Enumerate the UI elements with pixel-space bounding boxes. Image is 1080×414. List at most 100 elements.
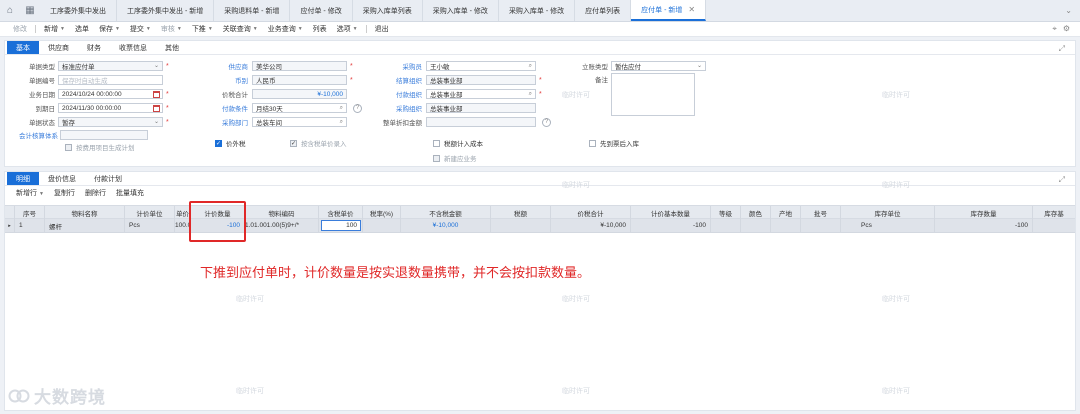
- tab-2[interactable]: 采购退料单 - 新增: [214, 0, 291, 21]
- chevron-down-icon[interactable]: ⌄: [1065, 6, 1072, 15]
- search-icon[interactable]: ⌕: [340, 104, 343, 112]
- calendar-icon[interactable]: [153, 105, 160, 112]
- tab-6[interactable]: 采购入库单 - 修改: [499, 0, 576, 21]
- biz-date-input[interactable]: 2024/10/24 00:00:00: [58, 89, 163, 99]
- brand-logo: 大数跨境: [8, 383, 106, 408]
- pay-org-input[interactable]: 总装事业部 ⌕: [426, 89, 536, 99]
- copy-row-button[interactable]: 复制行: [49, 188, 80, 198]
- push-down-button[interactable]: 下推 ▼: [187, 24, 218, 34]
- table-row[interactable]: ▸ 1 螺杆 Pcs 100.0 -100 1.01.001.00(5)9+/*…: [5, 219, 1075, 233]
- tab-price-info[interactable]: 盘价信息: [39, 172, 85, 185]
- col-origin[interactable]: 产地: [771, 206, 801, 219]
- close-icon[interactable]: ✕: [688, 5, 695, 14]
- expand-icon[interactable]: ⤢: [1059, 44, 1065, 54]
- price-excl-tax-checkbox[interactable]: ✓ 价外税: [215, 138, 246, 148]
- currency-input[interactable]: 人民币: [252, 75, 347, 85]
- status-select[interactable]: 暂存 ⌄: [58, 117, 163, 127]
- list-button[interactable]: 列表: [308, 24, 332, 34]
- col-total[interactable]: 价税合计: [551, 206, 631, 219]
- col-material-name[interactable]: 物料名称: [45, 206, 125, 219]
- tab-1[interactable]: 工序委外集中发出 - 新增: [117, 0, 215, 21]
- new-button[interactable]: 新增 ▼: [39, 24, 70, 34]
- audit-button[interactable]: 审核 ▼: [156, 24, 187, 34]
- tab-basic[interactable]: 基本: [7, 41, 39, 54]
- expand-icon[interactable]: ⤢: [1059, 175, 1065, 185]
- col-material-code[interactable]: 物料编码: [245, 206, 319, 219]
- settle-org-input[interactable]: 总装事业部: [426, 75, 536, 85]
- checkbox-checked[interactable]: ✓: [215, 139, 222, 147]
- purch-dept-input[interactable]: 总装车间 ⌕: [252, 117, 347, 127]
- col-tax-price[interactable]: 含税单价: [319, 206, 363, 219]
- header-panel: 基本 供应商 财务 收票信息 其他 ⤢ 单据类型 标准应付单 ⌄ * 单据编号 保…: [4, 40, 1076, 167]
- by-tax-price-checkbox[interactable]: ✓ 按含税单价录入: [290, 138, 347, 148]
- help-icon[interactable]: ?: [542, 117, 551, 127]
- delete-row-button[interactable]: 删除行: [80, 188, 111, 198]
- col-base-qty[interactable]: 计价基本数量: [631, 206, 711, 219]
- tab-other[interactable]: 其他: [156, 41, 188, 54]
- col-stock-qty[interactable]: 库存数量: [935, 206, 1033, 219]
- options-button[interactable]: 选项 ▼: [332, 24, 363, 34]
- search-icon[interactable]: ⌕: [529, 62, 532, 70]
- doc-no-input[interactable]: 保存时自动生成: [58, 75, 163, 85]
- tab-4[interactable]: 采购入库单列表: [353, 0, 423, 21]
- col-batch[interactable]: 批号: [801, 206, 841, 219]
- checkbox[interactable]: [65, 143, 72, 151]
- tab-0[interactable]: 工序委外集中发出: [40, 0, 117, 21]
- pay-terms-input[interactable]: 月结30天 ⌕: [252, 103, 347, 113]
- doc-type-select[interactable]: 标准应付单 ⌄: [58, 61, 163, 71]
- acct-system-input[interactable]: [60, 130, 148, 140]
- col-tax-rate[interactable]: 税率(%): [363, 206, 401, 219]
- tax-in-cost-checkbox[interactable]: 税额计入成本: [433, 138, 483, 148]
- tab-5[interactable]: 采购入库单 - 修改: [423, 0, 499, 21]
- home-icon[interactable]: ⌂: [0, 0, 20, 21]
- pin-icon[interactable]: ⌖: [1052, 24, 1057, 34]
- edit-button[interactable]: 修改: [8, 24, 32, 34]
- tab-3[interactable]: 应付单 - 修改: [290, 0, 353, 21]
- remark-textarea[interactable]: [611, 73, 695, 116]
- supplier-input[interactable]: 美华公司: [252, 61, 347, 71]
- col-price-unit[interactable]: 计价单位: [125, 206, 175, 219]
- checkbox[interactable]: [589, 139, 596, 147]
- col-color[interactable]: 颜色: [741, 206, 771, 219]
- tab-7[interactable]: 应付单列表: [575, 0, 632, 21]
- new-shared-checkbox[interactable]: 新建应业务: [433, 153, 477, 163]
- submit-button[interactable]: 提交 ▼: [125, 24, 156, 34]
- calendar-icon[interactable]: [153, 91, 160, 98]
- buyer-input[interactable]: 王小敏 ⌕: [426, 61, 536, 71]
- tab-finance[interactable]: 财务: [78, 41, 110, 54]
- col-stock-unit[interactable]: 库存单位: [841, 206, 935, 219]
- business-query-button[interactable]: 业务查询 ▼: [263, 24, 308, 34]
- col-seq[interactable]: 序号: [15, 206, 45, 219]
- search-icon[interactable]: ⌕: [340, 118, 343, 126]
- col-tax-amount[interactable]: 税额: [491, 206, 551, 219]
- related-query-button[interactable]: 关联查询 ▼: [218, 24, 263, 34]
- batch-fill-button[interactable]: 批量填充: [111, 188, 149, 198]
- checkbox[interactable]: [433, 139, 440, 147]
- caret-down-icon: ▼: [145, 26, 151, 32]
- gear-icon[interactable]: ⚙: [1063, 24, 1070, 34]
- tax-price-input[interactable]: 100: [321, 220, 361, 231]
- save-button[interactable]: 保存 ▼: [94, 24, 125, 34]
- select-source-button[interactable]: 选单: [70, 24, 94, 34]
- purch-org-input[interactable]: 总装事业部: [426, 103, 536, 113]
- tab-detail[interactable]: 明细: [7, 172, 39, 185]
- search-icon[interactable]: ⌕: [529, 90, 532, 98]
- invoice-first-checkbox[interactable]: 先到票后入库: [589, 138, 639, 148]
- add-row-button[interactable]: 新增行 ▼: [11, 188, 49, 198]
- checkbox[interactable]: [433, 154, 440, 162]
- tab-payment-plan[interactable]: 付款计划: [85, 172, 131, 185]
- col-stock-base[interactable]: 库存基: [1033, 206, 1075, 219]
- help-icon[interactable]: ?: [353, 103, 362, 113]
- col-grade[interactable]: 等级: [711, 206, 741, 219]
- apps-grid-icon[interactable]: ▦: [20, 0, 40, 21]
- checkbox-checked[interactable]: ✓: [290, 139, 297, 147]
- tab-8-active[interactable]: 应付单 - 新增 ✕: [631, 0, 707, 21]
- col-amount-excl-tax[interactable]: 不含税金额: [401, 206, 491, 219]
- acct-type-select[interactable]: 暂估应付 ⌄: [611, 61, 706, 71]
- tab-invoice-info[interactable]: 收票信息: [110, 41, 156, 54]
- acct-system-field: 会计核算体系: [5, 130, 148, 140]
- exit-button[interactable]: 退出: [370, 24, 394, 34]
- tab-supplier[interactable]: 供应商: [39, 41, 78, 54]
- due-date-input[interactable]: 2024/11/30 00:00:00: [58, 103, 163, 113]
- gen-plan-checkbox[interactable]: 按费用项目生成计划: [65, 142, 135, 152]
